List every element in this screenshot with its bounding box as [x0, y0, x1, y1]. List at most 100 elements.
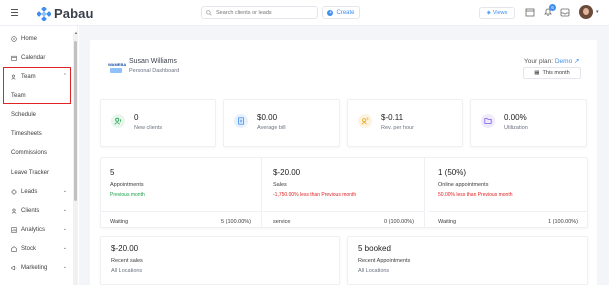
metric-comparison: Previous month: [110, 192, 145, 198]
business-logo: WAMEBA: [108, 60, 126, 76]
location-filter[interactable]: All Locations: [111, 268, 142, 274]
chevron-down-icon: ⌄: [62, 207, 67, 213]
sidebar-item-label: Calendar: [21, 54, 46, 61]
footer-label: Waiting: [110, 219, 129, 225]
stat-card-average-bill: $0.00 Average bill: [223, 99, 340, 147]
notification-badge: 6: [549, 4, 556, 11]
chevron-down-icon: ⌄: [62, 264, 67, 270]
sidebar-item-marketing[interactable]: Marketing ⌄: [0, 258, 72, 277]
sidebar-item-leads[interactable]: Leads ⌄: [0, 182, 72, 201]
create-button[interactable]: + Create: [322, 6, 360, 19]
period-label: This month: [542, 70, 570, 76]
stat-card-utilization: 0.00% Utilization: [470, 99, 587, 147]
inbox-icon[interactable]: [560, 7, 570, 17]
new-clients-icon: [111, 114, 125, 128]
sidebar-scroll-thumb[interactable]: [74, 41, 77, 201]
location-filter[interactable]: All Locations: [358, 268, 389, 274]
period-selector[interactable]: ▦ This month: [523, 67, 581, 79]
footer-label: Waiting: [438, 219, 457, 225]
sidebar-item-home[interactable]: Home: [0, 29, 72, 48]
sidebar-subitem-timesheets[interactable]: Timesheets: [0, 124, 72, 143]
stat-card-new-clients: 0 New clients: [100, 99, 216, 147]
stat-label: Utilization: [504, 125, 528, 131]
sidebar-subitem-schedule[interactable]: Schedule: [0, 105, 72, 124]
metric-online-appointments: 1 (50%) Online appointments 50.00% less …: [428, 161, 588, 228]
divider: [424, 157, 425, 228]
recent-appointments-value: 5 booked: [358, 244, 391, 253]
create-label: Create: [336, 9, 355, 16]
sidebar-subitem-commissions[interactable]: Commissions: [0, 143, 72, 162]
plan-link[interactable]: Demo: [555, 58, 572, 65]
views-icon: ◈: [486, 10, 491, 16]
calendar-icon: ▦: [534, 70, 540, 76]
sidebar-item-label: Leave Tracker: [11, 169, 50, 176]
stat-label: New clients: [134, 125, 163, 131]
metric-appointments: 5 Appointments Previous month Waiting 5 …: [100, 161, 261, 228]
sidebar-item-calendar[interactable]: Calendar: [0, 48, 72, 67]
footer-label: service: [273, 219, 291, 225]
chevron-down-icon[interactable]: ▾: [596, 9, 599, 15]
sidebar-item-label: Commissions: [11, 149, 48, 156]
marketing-icon: [11, 265, 17, 270]
metric-label: Online appointments: [438, 182, 489, 188]
metric-label: Appointments: [110, 182, 144, 188]
metric-value: 1 (50%): [438, 168, 467, 177]
sidebar-item-label: Clients: [21, 207, 40, 214]
user-avatar[interactable]: [579, 5, 593, 19]
dashboard-subtitle: Personal Dashboard: [129, 68, 180, 74]
plan-info: Your plan: Demo ↗: [524, 57, 579, 65]
app-logo[interactable]: Pabau: [37, 6, 94, 21]
calendar-icon[interactable]: [525, 7, 535, 17]
external-link-icon[interactable]: ↗: [574, 58, 579, 65]
business-logo-mark: [110, 68, 122, 73]
sidebar-item-label: Analytics: [21, 226, 46, 233]
search-box[interactable]: [201, 6, 318, 19]
search-input[interactable]: [216, 9, 316, 16]
analytics-icon: [11, 226, 17, 233]
recent-sales-value: $-20.00: [111, 244, 139, 253]
revenue-icon: $: [358, 114, 372, 128]
stat-value: $0.00: [257, 113, 278, 122]
recent-sales-label: Recent sales: [111, 258, 143, 264]
metric-comparison: -1,750.00% less than Previous month: [273, 192, 357, 198]
sidebar-item-clients[interactable]: Clients ⌄: [0, 201, 72, 220]
stat-value: $-0.11: [381, 113, 404, 122]
metric-footer: Waiting 5 (100.00%): [100, 211, 261, 230]
sidebar-item-label: Stock: [21, 245, 37, 252]
search-icon: [206, 9, 212, 16]
stat-label: Average bill: [257, 125, 286, 131]
footer-value: 5 (100.00%): [221, 219, 251, 225]
footer-value: 0 (100.00%): [384, 219, 414, 225]
sidebar-item-label: Home: [21, 35, 38, 42]
chevron-down-icon: ⌄: [62, 188, 67, 194]
views-label: Views: [492, 10, 508, 16]
chevron-down-icon: ⌄: [62, 245, 67, 251]
scroll-up-icon[interactable]: ▲: [74, 30, 78, 35]
stat-value: 0: [134, 113, 139, 122]
top-bar: Pabau + Create ◈ Views 6 ▾: [0, 0, 609, 26]
sidebar-subitem-leave-tracker[interactable]: Leave Tracker: [0, 163, 72, 182]
stock-icon: [11, 245, 17, 252]
menu-icon[interactable]: [11, 9, 18, 16]
sidebar-item-stock[interactable]: Stock ⌄: [0, 239, 72, 258]
chevron-down-icon: ⌄: [62, 226, 67, 232]
metric-value: 5: [110, 168, 115, 177]
sidebar-item-label: Timesheets: [11, 130, 42, 137]
recent-appointments-label: Recent Appointments: [358, 258, 411, 264]
sidebar-item-label: Marketing: [21, 264, 48, 271]
clients-icon: [11, 208, 17, 214]
stat-value: 0.00%: [504, 113, 527, 122]
views-button[interactable]: ◈ Views: [479, 7, 515, 19]
home-icon: [11, 35, 17, 42]
bill-icon: [234, 114, 248, 128]
app-name: Pabau: [54, 6, 94, 21]
recent-appointments-card: 5 booked Recent Appointments All Locatio…: [347, 236, 588, 285]
metric-footer: service 0 (100.00%): [263, 211, 424, 230]
calendar-icon: [11, 55, 17, 61]
sidebar-item-label: Leads: [21, 188, 38, 195]
svg-text:$: $: [367, 117, 369, 121]
sidebar-item-analytics[interactable]: Analytics ⌄: [0, 220, 72, 239]
plus-icon: +: [327, 9, 334, 16]
divider: [261, 157, 262, 228]
stat-label: Rev. per hour: [381, 125, 414, 131]
